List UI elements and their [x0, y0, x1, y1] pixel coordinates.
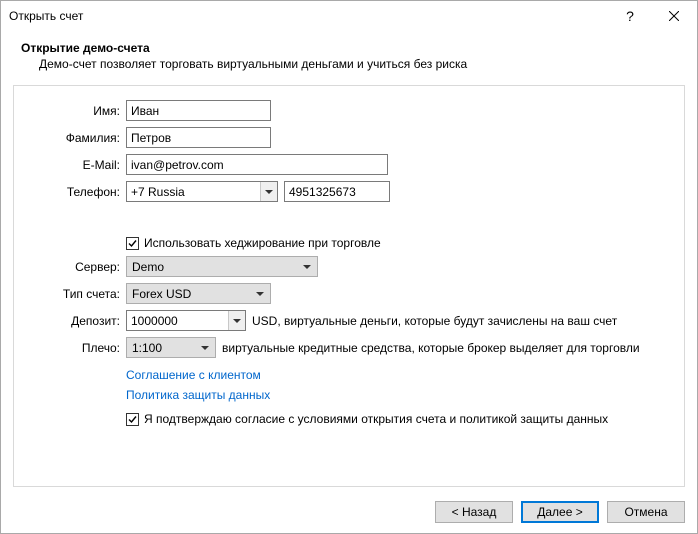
- dialog-header: Открытие демо-счета Демо-счет позволяет …: [1, 31, 697, 79]
- server-select[interactable]: Demo: [126, 256, 318, 277]
- chevron-down-icon: [196, 338, 213, 357]
- deposit-label: Депозит:: [26, 314, 126, 328]
- confirm-label: Я подтверждаю согласие с условиями откры…: [144, 412, 608, 426]
- privacy-link[interactable]: Политика защиты данных: [126, 388, 270, 402]
- deposit-note: USD, виртуальные деньги, которые будут з…: [252, 314, 617, 328]
- leverage-note: виртуальные кредитные средства, которые …: [222, 341, 640, 355]
- leverage-label: Плечо:: [26, 341, 126, 355]
- close-button[interactable]: [652, 2, 696, 30]
- deposit-select[interactable]: 1000000: [126, 310, 246, 331]
- window-title: Открыть счет: [9, 9, 608, 23]
- server-label: Сервер:: [26, 260, 126, 274]
- next-button[interactable]: Далее >: [521, 501, 599, 523]
- server-value: Demo: [132, 260, 298, 274]
- email-label: E-Mail:: [26, 158, 126, 172]
- dialog-window: Открыть счет ? Открытие демо-счета Демо-…: [0, 0, 698, 534]
- dialog-footer: < Назад Далее > Отмена: [1, 495, 697, 533]
- deposit-value: 1000000: [127, 311, 228, 330]
- surname-label: Фамилия:: [26, 131, 126, 145]
- type-label: Тип счета:: [26, 287, 126, 301]
- agreement-link[interactable]: Соглашение с клиентом: [126, 368, 261, 382]
- phone-code-select[interactable]: +7 Russia: [126, 181, 278, 202]
- close-icon: [669, 11, 679, 21]
- phone-label: Телефон:: [26, 185, 126, 199]
- cancel-button[interactable]: Отмена: [607, 501, 685, 523]
- back-button[interactable]: < Назад: [435, 501, 513, 523]
- email-input[interactable]: [126, 154, 388, 175]
- phone-input[interactable]: [284, 181, 390, 202]
- dialog-subtitle: Демо-счет позволяет торговать виртуальны…: [21, 57, 677, 71]
- help-button[interactable]: ?: [608, 2, 652, 30]
- dialog-title: Открытие демо-счета: [21, 41, 677, 55]
- type-value: Forex USD: [132, 287, 251, 301]
- surname-input[interactable]: [126, 127, 271, 148]
- type-select[interactable]: Forex USD: [126, 283, 271, 304]
- help-icon: ?: [626, 8, 634, 24]
- phone-code-value: +7 Russia: [127, 182, 260, 201]
- chevron-down-icon: [260, 182, 277, 201]
- titlebar: Открыть счет ?: [1, 1, 697, 31]
- chevron-down-icon: [251, 284, 268, 303]
- hedge-label: Использовать хеджирование при торговле: [144, 236, 381, 250]
- chevron-down-icon: [228, 311, 245, 330]
- confirm-checkbox[interactable]: [126, 413, 139, 426]
- chevron-down-icon: [298, 257, 315, 276]
- leverage-value: 1:100: [132, 341, 196, 355]
- name-input[interactable]: [126, 100, 271, 121]
- dialog-content: Имя: Фамилия: E-Mail: Телефон: +7 Russia: [13, 85, 685, 487]
- check-icon: [127, 414, 138, 425]
- check-icon: [127, 238, 138, 249]
- hedge-checkbox[interactable]: [126, 237, 139, 250]
- leverage-select[interactable]: 1:100: [126, 337, 216, 358]
- name-label: Имя:: [26, 104, 126, 118]
